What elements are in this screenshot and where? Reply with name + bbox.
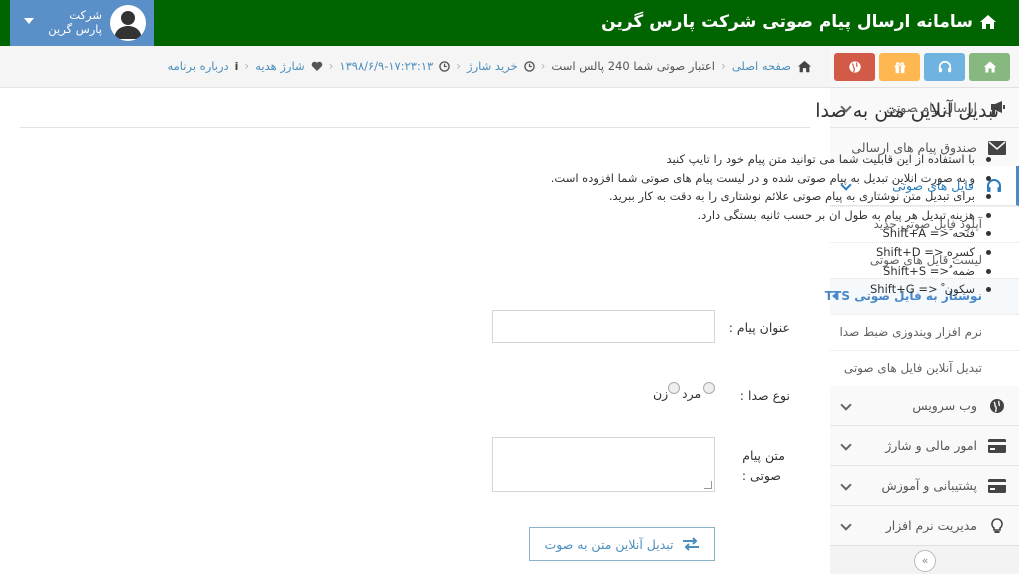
voice-type-label: نوع صدا :	[739, 388, 790, 403]
home-icon	[798, 60, 811, 72]
user-avatar	[110, 5, 146, 41]
message-text-label: صوتی :	[741, 468, 781, 483]
message-text-label: متن پیام	[742, 448, 785, 463]
chevron-left-icon: ‹	[244, 59, 250, 73]
list-item: فتحه َ<= Shift+A	[415, 224, 991, 243]
message-title-input[interactable]	[492, 310, 715, 343]
buy-charge-link[interactable]: خرید شارژ	[467, 59, 518, 73]
submenu-label: نرم افزار ویندوزی ضبط صدا	[839, 325, 982, 339]
chevron-down-icon	[840, 439, 852, 451]
heart-icon	[311, 61, 322, 71]
user-menu-toggle[interactable]: شرکت پارس گرین	[10, 0, 154, 46]
convert-button-label: تبدیل آنلاین متن به صوت	[544, 536, 674, 552]
message-title-label: عنوان پیام :	[728, 320, 790, 335]
convert-to-speech-button[interactable]: تبدیل آنلاین متن به صوت	[529, 527, 715, 561]
globe-icon	[848, 61, 861, 73]
list-item: سکون ْ <= Shift+G	[415, 280, 991, 299]
list-item: ضمه ُ<= Shift+S	[415, 262, 991, 281]
list-item: کسره ِ<= Shift+D	[415, 243, 991, 262]
voice-female-radio[interactable]	[668, 382, 680, 394]
title-divider	[20, 127, 810, 128]
envelope-icon	[987, 139, 1007, 157]
voice-female-label: زن	[653, 386, 669, 401]
chevron-left-icon: ‹	[328, 59, 334, 73]
caret-down-icon	[24, 18, 34, 24]
chevron-left-icon: ‹	[456, 59, 462, 73]
user-name: شرکت پارس گرین	[48, 8, 102, 36]
sidebar-shortcuts	[830, 46, 1019, 88]
sidebar-item-label: مدیریت نرم افزار	[885, 518, 977, 533]
list-item: هزینه تبدیل هر پیام به طول ان بر حسب ثان…	[415, 206, 991, 225]
sidebar: ارسال پیام صوتی صندوق پیام های ارسالی فا…	[825, 46, 1019, 574]
shortcut-webservice-button[interactable]	[834, 53, 875, 81]
collapse-sidebar-button[interactable]: «	[914, 550, 936, 572]
sidebar-collapse-bar: «	[830, 545, 1019, 574]
shortcut-home-button[interactable]	[969, 53, 1010, 81]
clock-icon	[523, 60, 535, 72]
exchange-icon	[682, 537, 699, 551]
headphones-icon	[938, 60, 951, 73]
help-list: با استفاده از این قابلیت شما می توانید م…	[415, 150, 991, 299]
home-icon	[980, 15, 996, 29]
breadcrumb: صفحه اصلی ‹ اعتبار صوتی شما 240 پالس است…	[0, 46, 830, 88]
shortcut-gift-button[interactable]	[879, 53, 920, 81]
sidebar-item-label: امور مالی و شارژ	[885, 438, 977, 453]
home-icon	[983, 61, 996, 73]
list-item: برای تبدیل متن نوشتاری به پیام صوتی علائ…	[415, 187, 991, 206]
sidebar-item-software[interactable]: مدیریت نرم افزار	[830, 506, 1019, 546]
submenu-label: تبدیل آنلاین فایل های صوتی	[843, 361, 982, 375]
chevron-down-icon	[840, 399, 852, 411]
voice-male-radio[interactable]	[703, 382, 715, 394]
message-text-area[interactable]	[492, 437, 715, 492]
user-company-name: پارس گرین	[48, 22, 102, 36]
breadcrumb-home-link[interactable]: صفحه اصلی	[732, 59, 791, 73]
page-title: تبدیل آنلاین متن به صدا	[815, 100, 999, 122]
chevron-left-icon: ‹	[721, 59, 726, 73]
list-item: و به صورت انلاین تبدیل به پیام صوتی شده …	[415, 169, 991, 188]
chevron-down-icon	[840, 519, 852, 531]
globe-icon	[987, 397, 1007, 415]
user-company-label: شرکت	[69, 8, 102, 22]
datetime-display: ۱۳۹۸/۶/۹-۱۷:۲۳:۱۳	[339, 59, 434, 73]
gift-icon	[894, 62, 905, 74]
sidebar-item-label: وب سرویس	[912, 398, 977, 413]
submenu-windows-recorder[interactable]: نرم افزار ویندوزی ضبط صدا	[830, 314, 1019, 350]
app-title-text: سامانه ارسال پیام صوتی شرکت پارس گرین	[601, 12, 973, 32]
shortcut-support-button[interactable]	[924, 53, 965, 81]
credit-card-icon	[987, 477, 1007, 495]
sidebar-item-label: پشتیبانی و آموزش	[881, 478, 977, 493]
resize-handle-icon[interactable]	[704, 481, 712, 489]
credit-status: اعتبار صوتی شما 240 پالس است	[551, 59, 715, 73]
credit-card-icon	[987, 437, 1007, 455]
submenu-online-convert[interactable]: تبدیل آنلاین فایل های صوتی	[830, 350, 1019, 386]
clock-icon	[439, 60, 450, 72]
gift-charge-link[interactable]: شارژ هدیه	[255, 59, 304, 73]
sidebar-item-support[interactable]: پشتیبانی و آموزش	[830, 466, 1019, 506]
app-title[interactable]: سامانه ارسال پیام صوتی شرکت پارس گرین	[601, 12, 997, 32]
voice-male-label: مرد	[682, 386, 702, 401]
top-navbar: سامانه ارسال پیام صوتی شرکت پارس گرین شر…	[0, 0, 1019, 46]
chevron-left-icon: ‹	[540, 59, 546, 73]
info-icon: i	[234, 59, 239, 73]
sidebar-item-finance[interactable]: امور مالی و شارژ	[830, 426, 1019, 466]
lightbulb-icon	[987, 517, 1007, 535]
chevron-down-icon	[840, 479, 852, 491]
about-link[interactable]: درباره برنامه	[167, 59, 228, 73]
list-item: با استفاده از این قابلیت شما می توانید م…	[415, 150, 991, 169]
sidebar-item-web-service[interactable]: وب سرویس	[830, 386, 1019, 426]
user-silhouette-icon	[114, 11, 142, 39]
